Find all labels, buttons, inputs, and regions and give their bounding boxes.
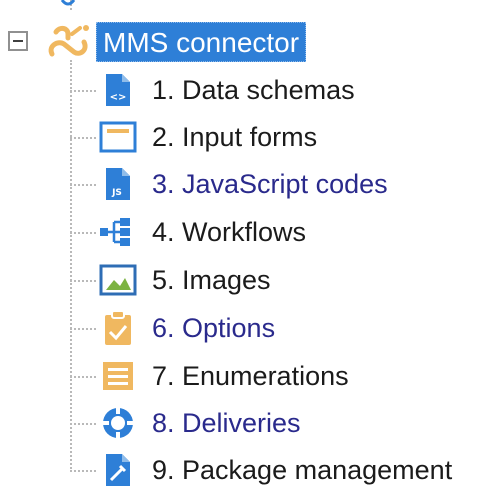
- navigation-tree: MMS connector <> 1. Data schemas 2. Inpu…: [0, 0, 499, 491]
- tree-root-node[interactable]: MMS connector: [0, 18, 499, 68]
- tree-item-label: 5. Images: [152, 265, 271, 295]
- tree-guide-line: [70, 137, 96, 139]
- tree-guide-line: [70, 376, 96, 378]
- tree-guide-line: [70, 470, 96, 472]
- tree-guide-line: [70, 280, 96, 282]
- tree-guide-line: [70, 90, 96, 92]
- workflow-icon: [100, 218, 130, 246]
- tree-item-label: 9. Package management: [152, 455, 453, 485]
- tree-guide-line: [70, 328, 96, 330]
- input-form-icon: [99, 121, 137, 153]
- tree-item-images[interactable]: 5. Images: [96, 258, 499, 302]
- collapse-toggle[interactable]: [8, 31, 28, 51]
- delivery-icon: [101, 406, 135, 440]
- tree-item-options[interactable]: 6. Options: [96, 306, 499, 350]
- options-clipboard-icon: [105, 310, 131, 345]
- tree-item-input-forms[interactable]: 2. Input forms: [96, 115, 499, 159]
- image-icon: [99, 264, 137, 296]
- tree-item-label: 3. JavaScript codes: [152, 169, 388, 199]
- tree-item-label: 8. Deliveries: [152, 408, 301, 438]
- connector-icon: [48, 25, 89, 57]
- tree-item-javascript-codes[interactable]: JS 3. JavaScript codes: [96, 162, 499, 206]
- tree-guide-line: [70, 184, 96, 186]
- enumeration-list-icon: [103, 362, 133, 390]
- tree-item-label: 7. Enumerations: [152, 361, 349, 391]
- javascript-file-icon: JS: [106, 168, 130, 200]
- svg-text:<>: <>: [110, 92, 127, 103]
- previous-node-icon: [60, 0, 76, 6]
- tree-item-deliveries[interactable]: 8. Deliveries: [96, 401, 499, 445]
- tree-item-enumerations[interactable]: 7. Enumerations: [96, 354, 499, 398]
- tree-item-label: 2. Input forms: [152, 122, 318, 152]
- tree-item-label: 1. Data schemas: [152, 75, 355, 105]
- tree-item-label: 6. Options: [152, 313, 276, 343]
- tree-item-label: 4. Workflows: [152, 217, 307, 247]
- package-management-icon: [106, 454, 130, 486]
- tree-item-workflows[interactable]: 4. Workflows: [96, 210, 499, 254]
- tree-item-package-management[interactable]: 9. Package management: [96, 448, 499, 492]
- tree-guide-line: [70, 423, 96, 425]
- tree-guide-line: [70, 232, 96, 234]
- root-node-label[interactable]: MMS connector: [96, 22, 307, 62]
- tree-guide-line: [70, 60, 72, 472]
- tree-item-data-schemas[interactable]: <> 1. Data schemas: [96, 68, 499, 112]
- data-schema-icon: <>: [106, 74, 130, 106]
- svg-text:JS: JS: [111, 188, 122, 198]
